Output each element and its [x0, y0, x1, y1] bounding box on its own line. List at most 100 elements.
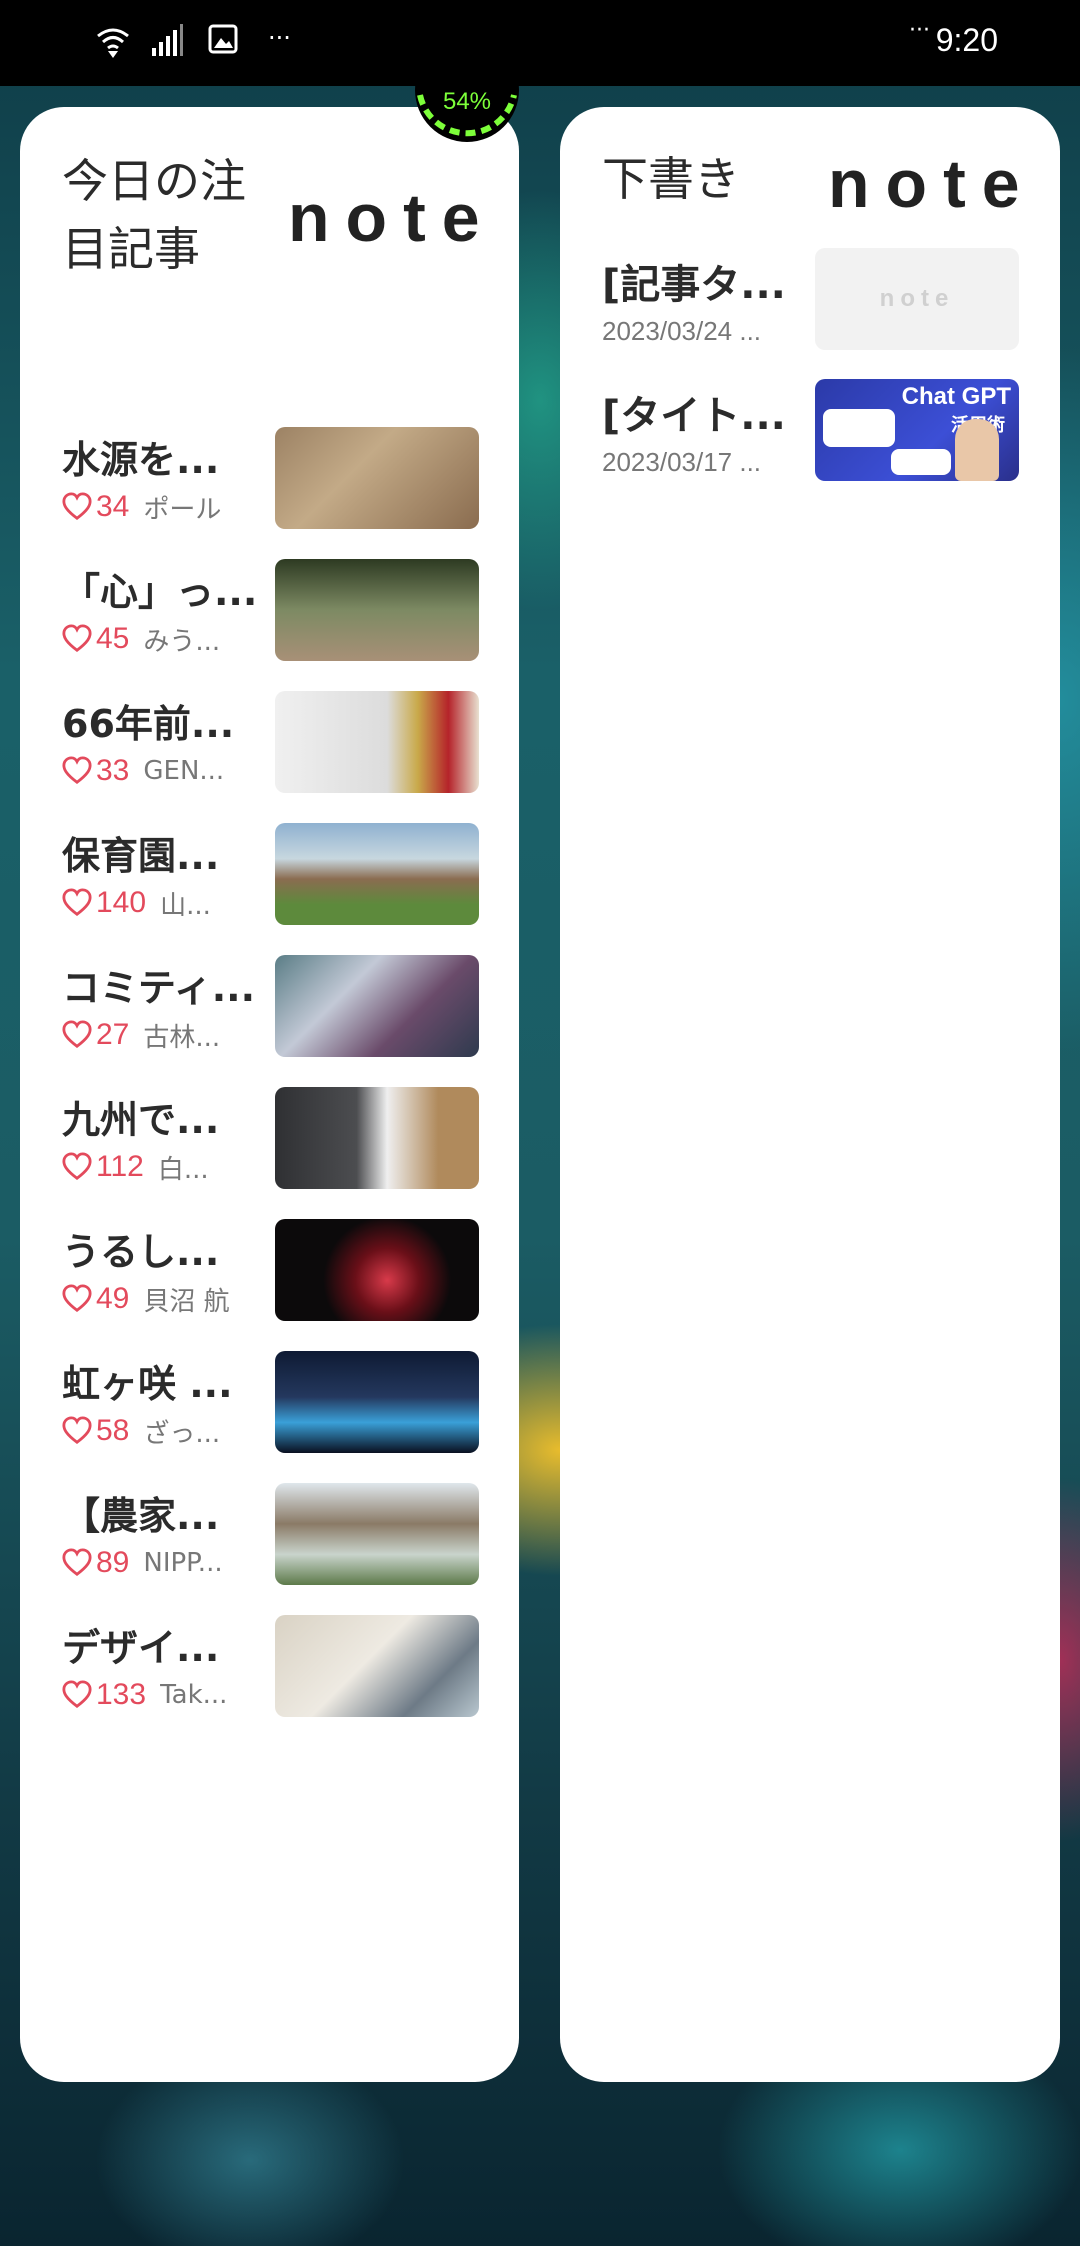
- draft-item[interactable]: [記事タ... 2023/03/24 ... note: [560, 248, 1060, 362]
- article-item[interactable]: 保育園... 140 山...: [20, 823, 519, 933]
- article-title: 九州で...: [62, 1098, 220, 1142]
- featured-articles-widget[interactable]: 今日の注 目記事 note 水源を... 34 ポール「心」っ... 45 みう... 6…: [20, 107, 519, 2082]
- article-title: 「心」っ...: [62, 570, 258, 614]
- draft-date: 2023/03/17 ...: [602, 447, 762, 477]
- like-count: 58 ざっ...: [62, 1411, 220, 1451]
- like-count: 49 貝沼 航: [62, 1279, 230, 1319]
- author-name: 白...: [157, 1154, 209, 1185]
- article-title: 虹ヶ咲 ...: [62, 1362, 233, 1406]
- article-item[interactable]: 水源を... 34 ポール: [20, 427, 519, 537]
- image-icon: [208, 24, 238, 54]
- heart-icon: [62, 1020, 92, 1049]
- author-name: GEN...: [143, 756, 225, 786]
- article-title: コミティ...: [62, 966, 256, 1010]
- thumb-text: Chat GPT: [901, 383, 1011, 410]
- article-title: デザイ...: [62, 1626, 220, 1670]
- article-thumbnail: [275, 823, 479, 925]
- article-thumbnail: [275, 1483, 479, 1585]
- heart-icon: [62, 492, 92, 521]
- heart-icon: [62, 1548, 92, 1577]
- author-name: 山...: [160, 890, 211, 921]
- clock: 9:20: [935, 22, 998, 58]
- article-title: 66年前...: [62, 702, 235, 746]
- heart-icon: [62, 1284, 92, 1313]
- likes-value: 34: [96, 490, 130, 523]
- status-bar: ··· ··· 9:20: [0, 0, 1080, 86]
- likes-value: 112: [96, 1150, 144, 1183]
- likes-value: 33: [96, 754, 130, 787]
- heart-icon: [62, 1152, 92, 1181]
- article-thumbnail: [275, 559, 479, 661]
- heart-icon: [62, 756, 92, 785]
- author-name: ざっ...: [143, 1418, 221, 1449]
- article-thumbnail: [275, 1351, 479, 1453]
- author-name: Tak...: [160, 1680, 228, 1710]
- likes-value: 45: [96, 622, 130, 655]
- status-more: ···: [909, 18, 930, 43]
- article-thumbnail: [275, 1219, 479, 1321]
- signal-icon: [152, 24, 183, 56]
- article-item[interactable]: デザイ... 133 Tak...: [20, 1615, 519, 1725]
- thumb-bubble: [891, 449, 951, 475]
- like-count: 112 白...: [62, 1147, 209, 1187]
- thumb-person: [955, 419, 999, 481]
- draft-date: 2023/03/24 ...: [602, 316, 762, 346]
- author-name: 貝沼 航: [143, 1286, 230, 1317]
- battery-widget: 54%: [412, 38, 522, 148]
- article-title: 水源を...: [62, 438, 220, 482]
- like-count: 89 NIPP...: [62, 1543, 223, 1583]
- widget-title-line2: 目記事: [62, 222, 200, 276]
- draft-title: [記事タ...: [602, 262, 786, 308]
- likes-value: 133: [96, 1678, 147, 1711]
- like-count: 140 山...: [62, 883, 211, 923]
- heart-icon: [62, 1680, 92, 1709]
- note-logo[interactable]: note: [288, 179, 496, 257]
- likes-value: 27: [96, 1018, 130, 1051]
- drafts-widget[interactable]: 下書き note [記事タ... 2023/03/24 ... note [タイ…: [560, 107, 1060, 2082]
- draft-title: [タイト...: [602, 393, 786, 439]
- note-placeholder-logo: note: [879, 285, 955, 312]
- article-thumbnail: [275, 427, 479, 529]
- like-count: 133 Tak...: [62, 1675, 227, 1715]
- drafts-title: 下書き: [602, 152, 740, 206]
- article-item[interactable]: 九州で... 112 白...: [20, 1087, 519, 1197]
- article-title: うるし...: [62, 1230, 220, 1274]
- like-count: 45 みう...: [62, 619, 220, 659]
- widget-title-line1: 今日の注: [62, 154, 246, 208]
- article-item[interactable]: 虹ヶ咲 ... 58 ざっ...: [20, 1351, 519, 1461]
- article-thumbnail: [275, 955, 479, 1057]
- thumb-bubble: [823, 409, 895, 447]
- draft-item[interactable]: [タイト... 2023/03/17 ... Chat GPT 活用術: [560, 379, 1060, 493]
- article-item[interactable]: うるし... 49 貝沼 航: [20, 1219, 519, 1329]
- likes-value: 140: [96, 886, 147, 919]
- article-item[interactable]: 「心」っ... 45 みう...: [20, 559, 519, 669]
- likes-value: 89: [96, 1546, 130, 1579]
- article-title: 保育園...: [62, 834, 220, 878]
- heart-icon: [62, 624, 92, 653]
- heart-icon: [62, 1416, 92, 1445]
- article-item[interactable]: コミティ... 27 古林...: [20, 955, 519, 1065]
- article-title: 【農家...: [62, 1494, 220, 1538]
- draft-thumbnail: note: [815, 248, 1019, 350]
- likes-value: 58: [96, 1414, 130, 1447]
- author-name: ポール: [143, 494, 222, 525]
- notification-more: ···: [268, 24, 291, 52]
- draft-thumbnail: Chat GPT 活用術: [815, 379, 1019, 481]
- like-count: 27 古林...: [62, 1015, 220, 1055]
- article-thumbnail: [275, 1087, 479, 1189]
- wifi-icon: [97, 28, 129, 58]
- heart-icon: [62, 888, 92, 917]
- author-name: NIPP...: [143, 1548, 223, 1578]
- likes-value: 49: [96, 1282, 130, 1315]
- article-thumbnail: [275, 691, 479, 793]
- author-name: 古林...: [143, 1022, 221, 1053]
- like-count: 34 ポール: [62, 487, 221, 527]
- author-name: みう...: [143, 626, 221, 657]
- article-item[interactable]: 【農家... 89 NIPP...: [20, 1483, 519, 1593]
- widget-title: 今日の注 目記事: [62, 147, 246, 283]
- article-thumbnail: [275, 1615, 479, 1717]
- like-count: 33 GEN...: [62, 751, 224, 791]
- battery-percent: 54%: [442, 88, 492, 115]
- article-item[interactable]: 66年前... 33 GEN...: [20, 691, 519, 801]
- note-logo[interactable]: note: [828, 145, 1036, 223]
